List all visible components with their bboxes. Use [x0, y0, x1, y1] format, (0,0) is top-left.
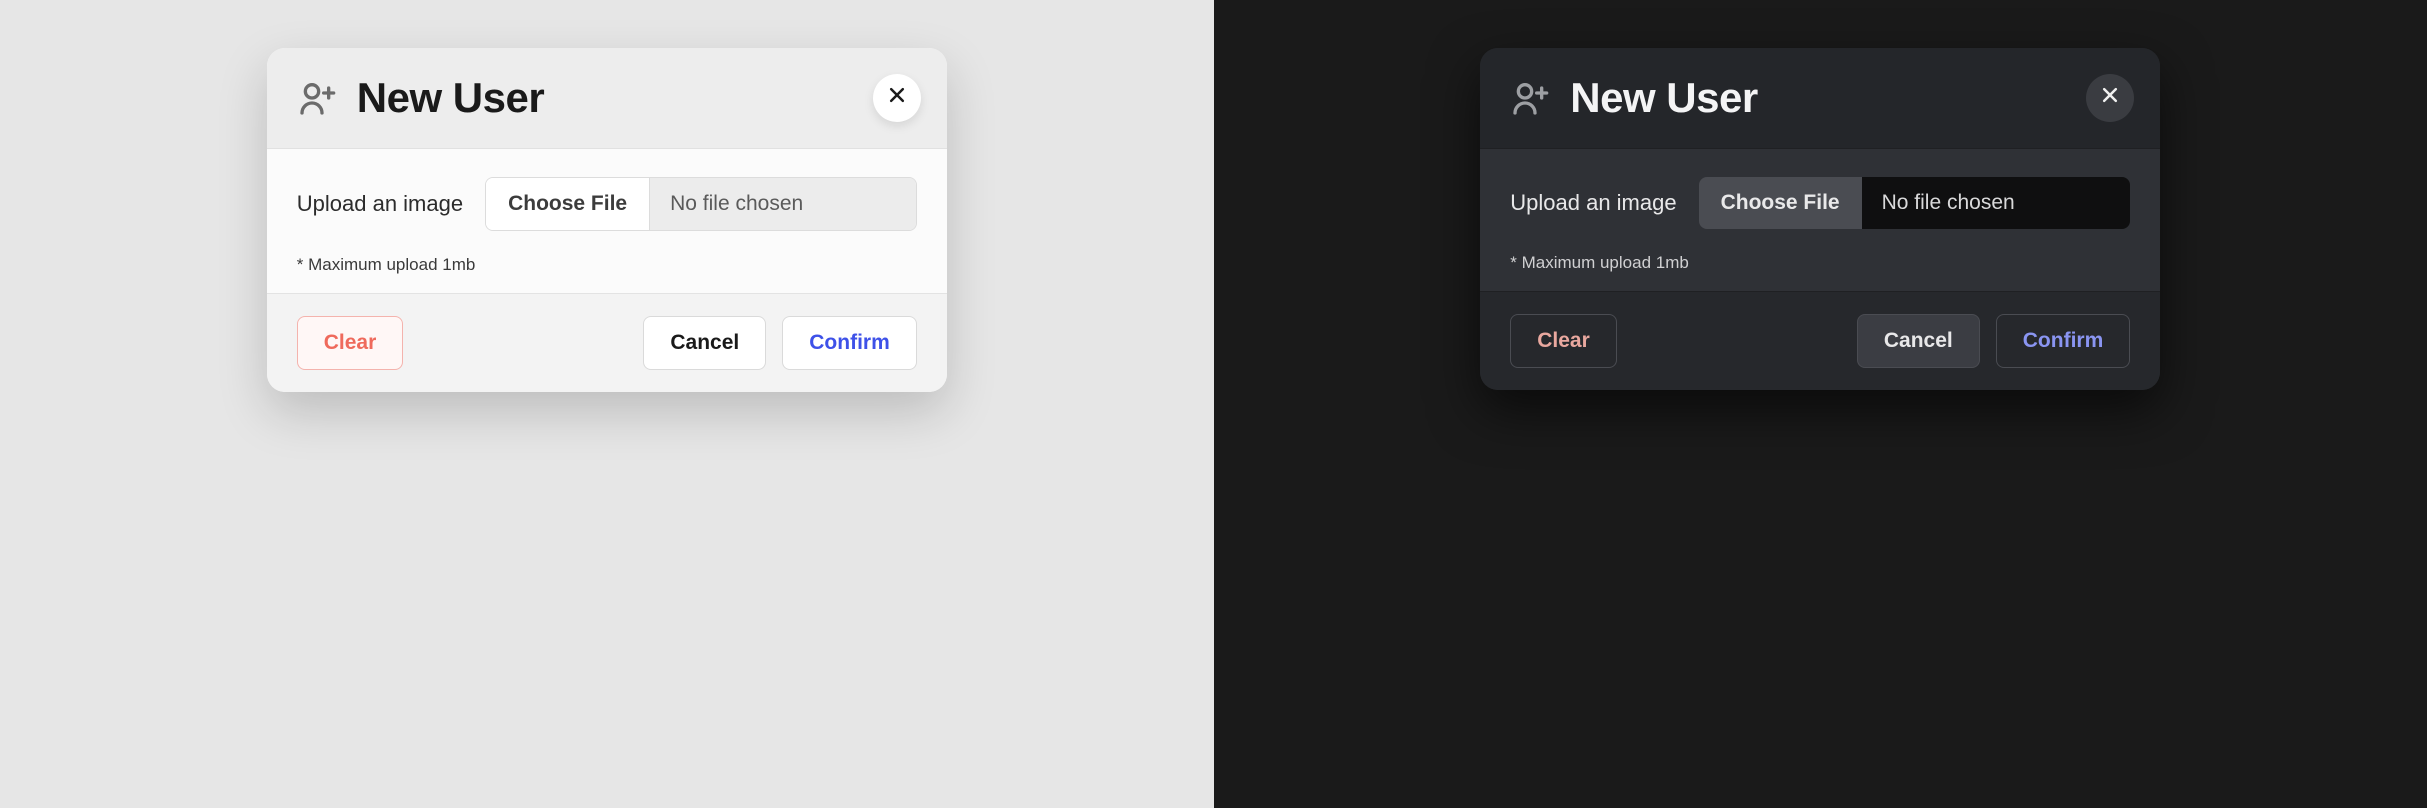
confirm-button[interactable]: Confirm — [782, 316, 917, 370]
user-plus-icon — [1510, 78, 1550, 118]
close-button[interactable] — [873, 74, 921, 122]
clear-button[interactable]: Clear — [1510, 314, 1617, 368]
modal-title: New User — [357, 74, 544, 122]
upload-row: Upload an image Choose File No file chos… — [297, 177, 917, 231]
file-picker: Choose File No file chosen — [1699, 177, 2131, 229]
light-theme-panel: New User Upload an image Choose File No … — [0, 0, 1214, 808]
upload-row: Upload an image Choose File No file chos… — [1510, 177, 2130, 229]
user-plus-icon — [297, 78, 337, 118]
choose-file-button[interactable]: Choose File — [1699, 177, 1862, 229]
upload-hint: * Maximum upload 1mb — [1510, 253, 2130, 273]
file-picker: Choose File No file chosen — [485, 177, 917, 231]
close-icon — [2100, 84, 2120, 112]
clear-button[interactable]: Clear — [297, 316, 404, 370]
upload-label: Upload an image — [1510, 190, 1676, 216]
modal-header: New User — [1480, 48, 2160, 149]
dark-theme-panel: New User Upload an image Choose File No … — [1214, 0, 2427, 808]
upload-hint: * Maximum upload 1mb — [297, 255, 917, 275]
modal-footer: Clear Cancel Confirm — [267, 293, 947, 392]
file-status-text: No file chosen — [650, 178, 916, 230]
cancel-button[interactable]: Cancel — [643, 316, 766, 370]
modal-body: Upload an image Choose File No file chos… — [1480, 149, 2160, 291]
modal-body: Upload an image Choose File No file chos… — [267, 149, 947, 293]
file-status-text: No file chosen — [1862, 177, 2131, 229]
new-user-modal: New User Upload an image Choose File No … — [1480, 48, 2160, 390]
new-user-modal: New User Upload an image Choose File No … — [267, 48, 947, 392]
choose-file-button[interactable]: Choose File — [486, 178, 650, 230]
modal-title: New User — [1570, 74, 1757, 122]
modal-header: New User — [267, 48, 947, 149]
upload-label: Upload an image — [297, 191, 463, 217]
confirm-button[interactable]: Confirm — [1996, 314, 2131, 368]
cancel-button[interactable]: Cancel — [1857, 314, 1980, 368]
close-button[interactable] — [2086, 74, 2134, 122]
modal-footer: Clear Cancel Confirm — [1480, 291, 2160, 390]
close-icon — [887, 84, 907, 112]
